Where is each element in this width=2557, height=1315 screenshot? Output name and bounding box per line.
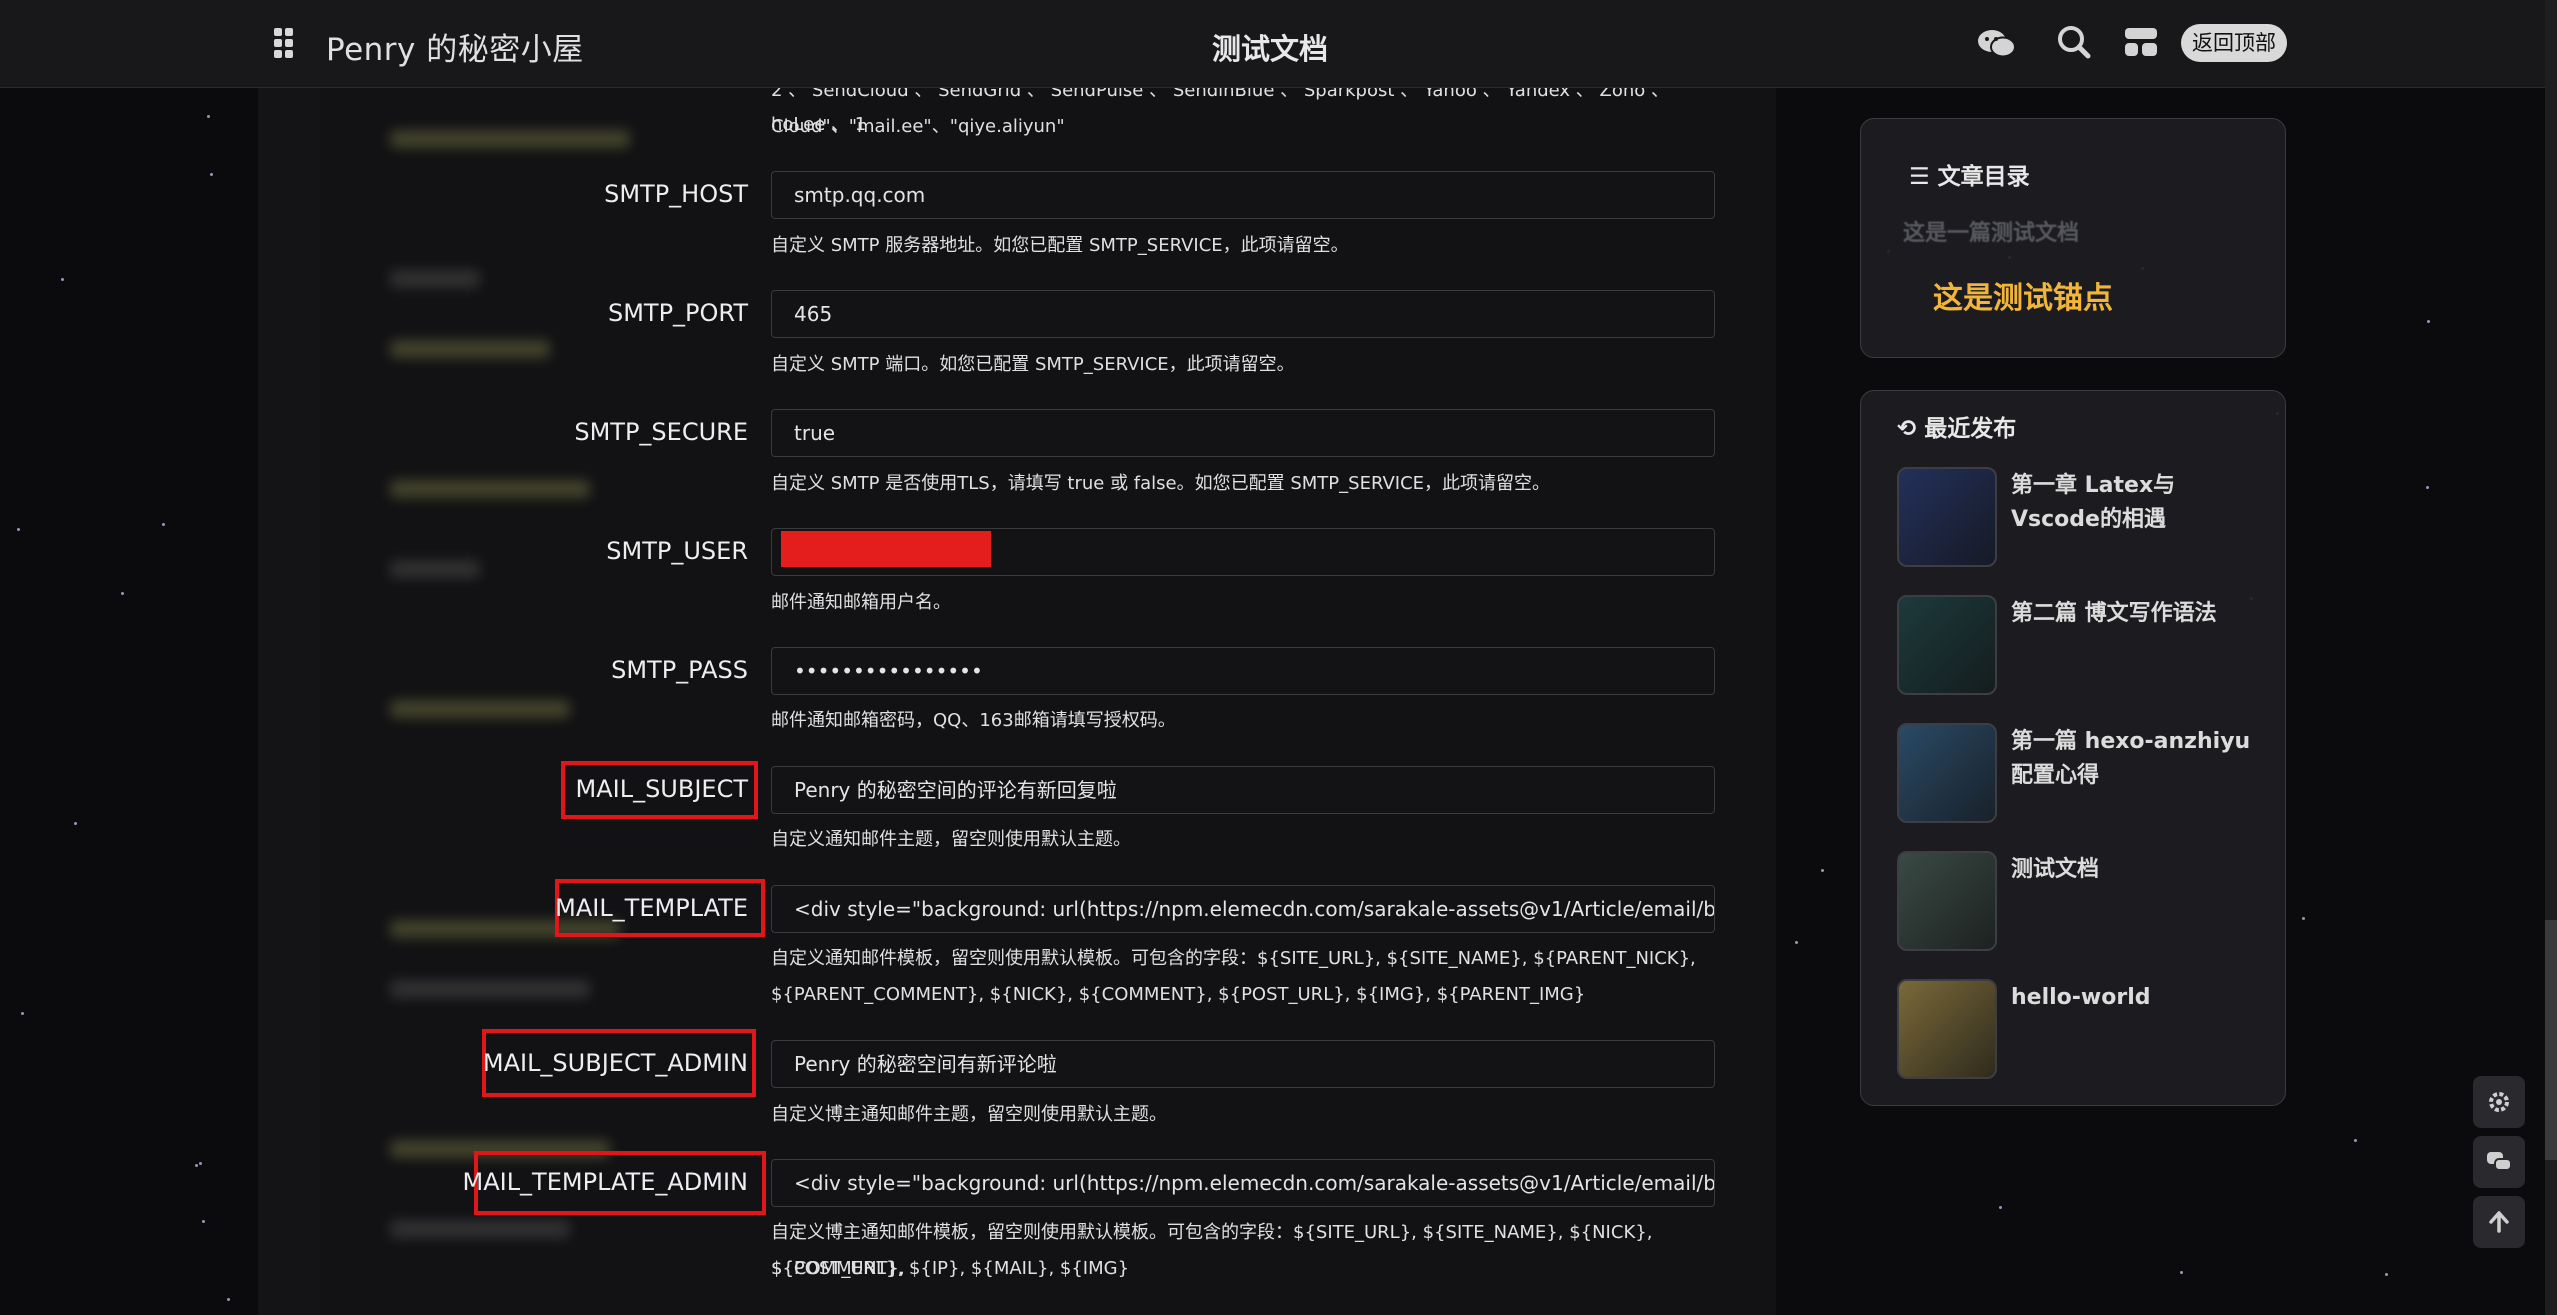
smtp-port-input[interactable]: 465 [771, 290, 1715, 338]
post-thumbnail[interactable] [1897, 595, 1997, 695]
post-title[interactable]: 第一篇 hexo-anzhiyu配置心得 [2011, 725, 2261, 793]
comments-button[interactable] [2473, 1136, 2525, 1188]
settings-button[interactable] [2473, 1076, 2525, 1128]
label-mail-subject-admin: MAIL_SUBJECT_ADMIN [482, 1049, 748, 1077]
star-dot [2427, 320, 2430, 323]
mail-subject-input[interactable]: Penry 的秘密空间的评论有新回复啦 [771, 766, 1715, 814]
list-icon: ☰ [1909, 164, 1938, 190]
app-switch-icon[interactable] [2121, 22, 2161, 62]
waline-config-form: 2 、 SendCloud 、 SendGrid 、 SendPulse 、 S… [0, 0, 1776, 1315]
label-smtp-port: SMTP_PORT [607, 299, 748, 327]
hint-mail-template-1: 自定义通知邮件模板，留空则使用默认模板。可包含的字段：${SITE_URL}, … [771, 948, 1696, 969]
star-dot [2180, 1271, 2183, 1274]
recent-post-item[interactable]: 第二篇 博文写作语法 [1897, 595, 2257, 695]
label-smtp-host: SMTP_HOST [604, 180, 748, 208]
post-title[interactable]: hello-world [2011, 981, 2261, 1015]
hint-smtp-pass: 邮件通知邮箱密码，QQ、163邮箱请填写授权码。 [771, 710, 1176, 731]
hint-mail-subject: 自定义通知邮件主题，留空则使用默认主题。 [771, 829, 1131, 850]
hint-smtp-port: 自定义 SMTP 端口。如您已配置 SMTP_SERVICE，此项请留空。 [771, 354, 1295, 375]
hint-mail-template-2: ${PARENT_COMMENT}, ${NICK}, ${COMMENT}, … [771, 984, 1586, 1005]
toc-item[interactable]: 这是一篇测试文档 [1903, 215, 2079, 247]
post-thumbnail[interactable] [1897, 467, 1997, 567]
star-dot [1999, 1206, 2002, 1209]
service-list-text-2: Cloud"、"mail.ee"、"qiye.aliyun" [771, 116, 1065, 137]
mail-template-admin-input[interactable]: <div style="background: url(https://npm.… [771, 1159, 1715, 1207]
toc-item-active[interactable]: 这是测试锚点 [1933, 273, 2113, 317]
recent-posts-card: ⟲ 最近发布 第一章 Latex与Vscode的相遇 第二篇 博文写作语法 第一… [1860, 390, 2286, 1106]
post-title[interactable]: 第一章 Latex与Vscode的相遇 [2011, 469, 2261, 537]
post-title[interactable]: 测试文档 [2011, 853, 2261, 887]
recent-post-item[interactable]: 测试文档 [1897, 851, 2257, 951]
hint-smtp-secure: 自定义 SMTP 是否使用TLS，请填写 true 或 false。如您已配置 … [771, 473, 1551, 494]
label-mail-subject: MAIL_SUBJECT [575, 775, 749, 803]
site-title[interactable]: Penry 的秘密小屋 [326, 24, 584, 69]
label-smtp-secure: SMTP_SECURE [574, 418, 748, 446]
post-thumbnail[interactable] [1897, 979, 1997, 1079]
smtp-host-input[interactable]: smtp.qq.com [771, 171, 1715, 219]
recent-posts-title-row: ⟲ 最近发布 [1897, 409, 2016, 443]
search-icon[interactable] [2054, 22, 2094, 62]
smtp-secure-input[interactable]: true [771, 409, 1715, 457]
comments-icon [2487, 1152, 2512, 1171]
star-dot [2385, 1273, 2388, 1276]
smtp-pass-input[interactable]: •••••••••••••••• [771, 647, 1715, 695]
mail-template-input[interactable]: <div style="background: url(https://npm.… [771, 885, 1715, 933]
mail-subject-admin-input[interactable]: Penry 的秘密空间有新评论啦 [771, 1040, 1715, 1088]
label-smtp-user: SMTP_USER [606, 537, 748, 565]
recent-posts-title: 最近发布 [1924, 416, 2017, 442]
star-dot [2354, 1139, 2357, 1142]
star-dot [2302, 917, 2305, 920]
toc-title: 文章目录 [1937, 164, 2030, 190]
top-navbar: Penry 的秘密小屋 测试文档 返回顶部 [0, 0, 2545, 88]
star-dot [1795, 941, 1798, 944]
back-to-top-button[interactable]: 返回顶部 [2181, 24, 2287, 62]
scroll-top-button[interactable] [2473, 1196, 2525, 1248]
hint-smtp-host: 自定义 SMTP 服务器地址。如您已配置 SMTP_SERVICE，此项请留空。 [771, 235, 1349, 256]
hint-mail-template-admin-2: ${POST_URL}, ${IP}, ${MAIL}, ${IMG} [771, 1258, 1130, 1279]
post-title[interactable]: 第二篇 博文写作语法 [2011, 597, 2261, 631]
post-thumbnail[interactable] [1897, 851, 1997, 951]
history-icon: ⟲ [1897, 416, 1925, 442]
label-smtp-pass: SMTP_PASS [611, 656, 748, 684]
recent-post-item[interactable]: 第一章 Latex与Vscode的相遇 [1897, 467, 2257, 567]
redaction-block [781, 531, 991, 567]
star-dot [2426, 486, 2429, 489]
recent-post-item[interactable]: 第一篇 hexo-anzhiyu配置心得 [1897, 723, 2257, 823]
menu-grid-icon[interactable] [274, 28, 296, 58]
recent-post-item[interactable]: hello-world [1897, 979, 2257, 1079]
label-mail-template: MAIL_TEMPLATE [555, 894, 748, 922]
star-dot [1821, 869, 1824, 872]
arrow-up-icon [2489, 1211, 2509, 1233]
gear-icon [2489, 1092, 2509, 1112]
hint-smtp-user: 邮件通知邮箱用户名。 [771, 592, 951, 613]
page-title: 测试文档 [1211, 32, 1328, 66]
label-mail-template-admin: MAIL_TEMPLATE_ADMIN [462, 1168, 748, 1196]
toc-card: ☰ 文章目录 这是一篇测试文档 这是测试锚点 [1860, 118, 2286, 358]
scrollbar-thumb[interactable] [2545, 920, 2557, 1160]
wechat-icon[interactable] [1976, 22, 2018, 64]
post-thumbnail[interactable] [1897, 723, 1997, 823]
hint-mail-subject-admin: 自定义博主通知邮件主题，留空则使用默认主题。 [771, 1104, 1167, 1125]
toc-title-row: ☰ 文章目录 [1909, 157, 2030, 191]
